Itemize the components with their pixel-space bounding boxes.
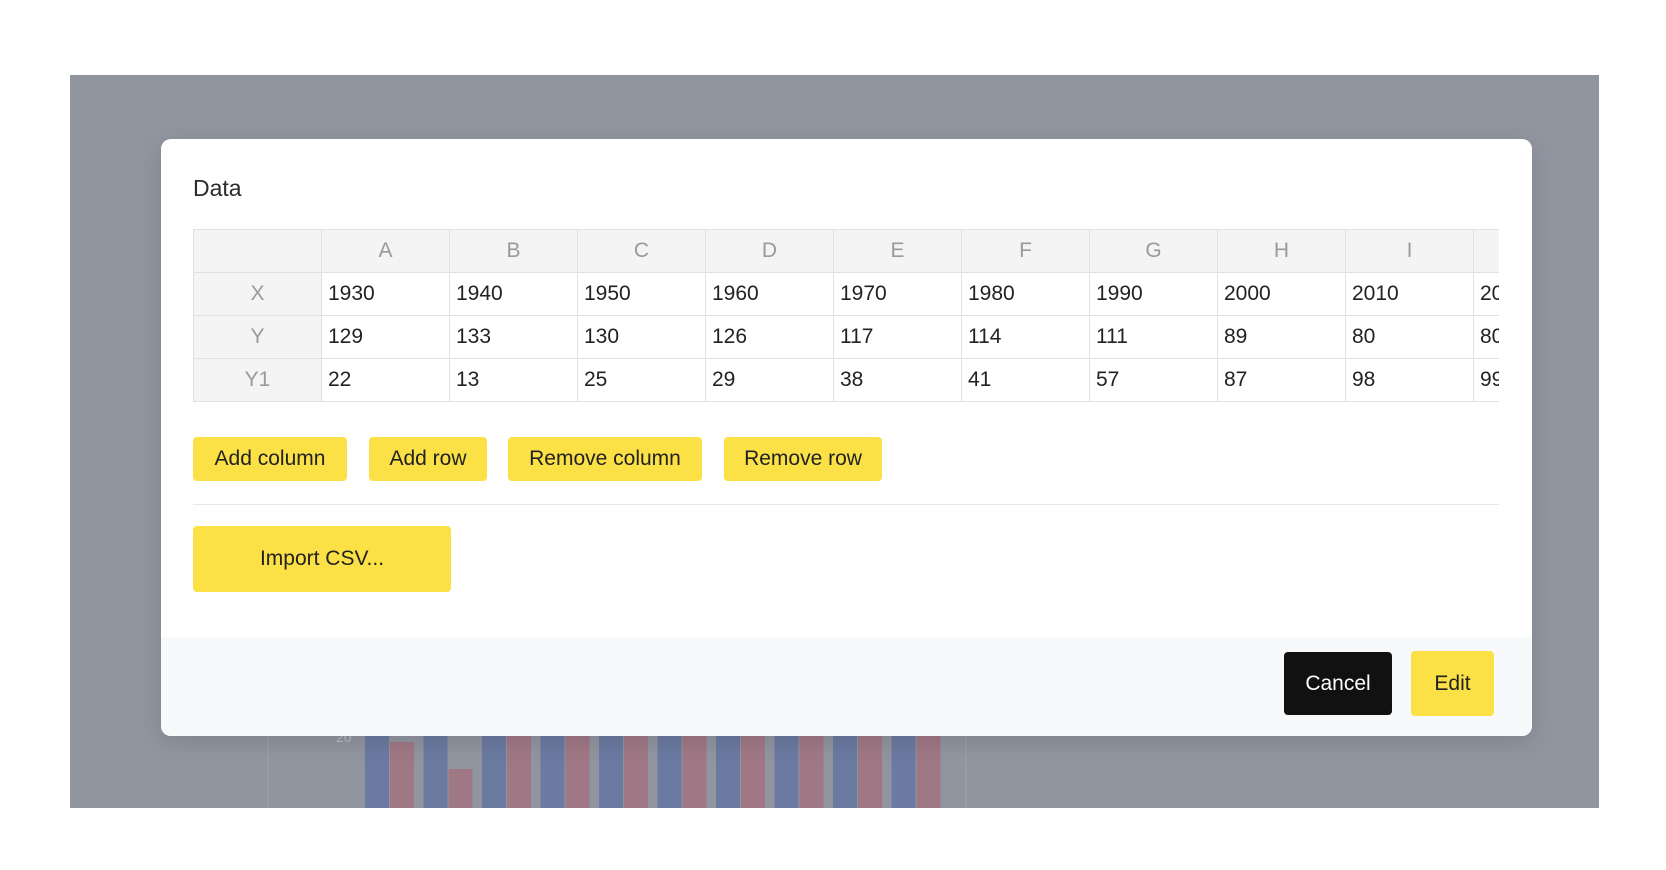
data-cell[interactable]: 1940 bbox=[449, 272, 578, 316]
data-cell[interactable]: 87 bbox=[1217, 358, 1346, 402]
data-cell[interactable]: 2000 bbox=[1217, 272, 1346, 316]
data-cell[interactable]: 80 bbox=[1345, 315, 1474, 359]
window-frame: 20 Data A B C D E F G H I X 1930 1940 19… bbox=[0, 0, 1666, 852]
data-cell[interactable]: 29 bbox=[705, 358, 834, 402]
section-divider bbox=[193, 504, 1499, 505]
remove-column-button[interactable]: Remove column bbox=[508, 437, 702, 481]
column-header[interactable]: G bbox=[1089, 229, 1218, 273]
data-cell[interactable]: 1970 bbox=[833, 272, 962, 316]
table-row: X 1930 1940 1950 1960 1970 1980 1990 200… bbox=[193, 272, 1499, 316]
data-cell[interactable]: 22 bbox=[321, 358, 450, 402]
column-header[interactable]: E bbox=[833, 229, 962, 273]
data-cell[interactable]: 1990 bbox=[1089, 272, 1218, 316]
row-header[interactable]: Y bbox=[193, 315, 322, 359]
data-cell[interactable]: 114 bbox=[961, 315, 1090, 359]
row-header[interactable]: X bbox=[193, 272, 322, 316]
remove-row-button[interactable]: Remove row bbox=[724, 437, 882, 481]
data-cell[interactable]: 133 bbox=[449, 315, 578, 359]
data-cell[interactable]: 1950 bbox=[577, 272, 706, 316]
column-header[interactable]: D bbox=[705, 229, 834, 273]
data-cell[interactable]: 99 bbox=[1473, 358, 1499, 402]
data-cell[interactable]: 117 bbox=[833, 315, 962, 359]
data-cell[interactable]: 98 bbox=[1345, 358, 1474, 402]
column-header[interactable]: C bbox=[577, 229, 706, 273]
column-header[interactable] bbox=[1473, 229, 1499, 273]
data-cell[interactable]: 89 bbox=[1217, 315, 1346, 359]
add-column-button[interactable]: Add column bbox=[193, 437, 347, 481]
table-row: Y 129 133 130 126 117 114 111 89 80 80 bbox=[193, 315, 1499, 359]
data-cell[interactable]: 25 bbox=[577, 358, 706, 402]
bg-bar-y1 bbox=[390, 742, 414, 808]
data-cell[interactable]: 129 bbox=[321, 315, 450, 359]
dialog-title: Data bbox=[193, 175, 242, 201]
data-cell[interactable]: 38 bbox=[833, 358, 962, 402]
data-cell[interactable]: 1980 bbox=[961, 272, 1090, 316]
table-row: Y1 22 13 25 29 38 41 57 87 98 99 bbox=[193, 358, 1499, 402]
bg-bar-y1 bbox=[448, 769, 473, 808]
data-cell[interactable]: 1930 bbox=[321, 272, 450, 316]
data-cell[interactable]: 20 bbox=[1473, 272, 1499, 316]
data-cell[interactable]: 2010 bbox=[1345, 272, 1474, 316]
row-header[interactable]: Y1 bbox=[193, 358, 322, 402]
data-cell[interactable]: 80 bbox=[1473, 315, 1499, 359]
data-cell[interactable]: 57 bbox=[1089, 358, 1218, 402]
corner-cell bbox=[193, 229, 322, 273]
column-header[interactable]: A bbox=[321, 229, 450, 273]
column-header[interactable]: H bbox=[1217, 229, 1346, 273]
column-header-row: A B C D E F G H I bbox=[193, 229, 1499, 273]
bg-bar-y1 bbox=[507, 733, 531, 808]
column-header[interactable]: F bbox=[961, 229, 1090, 273]
data-grid-viewport[interactable]: A B C D E F G H I X 1930 1940 1950 1960 … bbox=[193, 229, 1499, 407]
data-grid: A B C D E F G H I X 1930 1940 1950 1960 … bbox=[193, 229, 1499, 402]
data-cell[interactable]: 111 bbox=[1089, 315, 1218, 359]
import-csv-button[interactable]: Import CSV... bbox=[193, 526, 451, 592]
column-header[interactable]: I bbox=[1345, 229, 1474, 273]
data-dialog: Data A B C D E F G H I X 1930 1940 1950 … bbox=[161, 139, 1532, 736]
cancel-button[interactable]: Cancel bbox=[1284, 652, 1392, 715]
data-cell[interactable]: 1960 bbox=[705, 272, 834, 316]
data-cell[interactable]: 126 bbox=[705, 315, 834, 359]
data-cell[interactable]: 130 bbox=[577, 315, 706, 359]
column-header[interactable]: B bbox=[449, 229, 578, 273]
edit-button[interactable]: Edit bbox=[1411, 651, 1494, 716]
data-cell[interactable]: 13 bbox=[449, 358, 578, 402]
data-cell[interactable]: 41 bbox=[961, 358, 1090, 402]
add-row-button[interactable]: Add row bbox=[369, 437, 487, 481]
